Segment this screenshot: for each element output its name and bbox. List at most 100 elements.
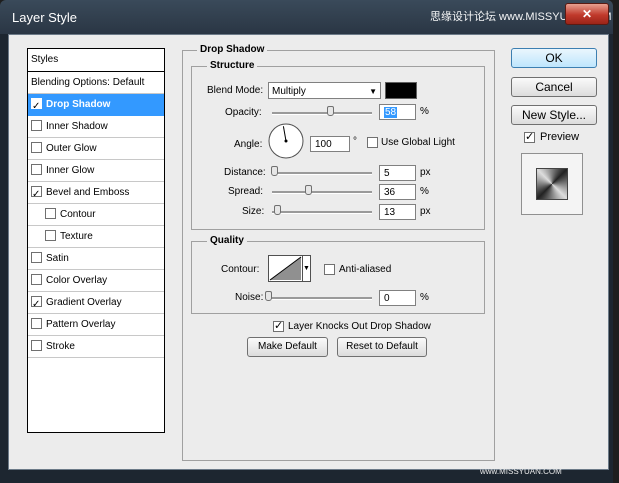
structure-title: Structure (207, 60, 258, 71)
anti-aliased-label: Anti-aliased (339, 264, 392, 275)
blend-mode-value: Multiply (272, 86, 306, 97)
bottom-watermark: www.MISSYUAN.COM (480, 467, 562, 476)
contour-curve-icon (269, 256, 302, 281)
dialog-client-area: Styles Blending Options: Default Drop Sh… (8, 34, 609, 470)
blend-mode-select[interactable]: Multiply ▼ (268, 82, 381, 99)
style-item-label: Stroke (46, 341, 75, 352)
contour-picker[interactable] (268, 255, 303, 282)
angle-input[interactable]: 100 (310, 136, 350, 152)
spread-slider-track[interactable] (272, 191, 372, 194)
angle-unit: ° (353, 136, 357, 147)
close-icon: ✕ (581, 7, 593, 21)
use-global-light-label: Use Global Light (381, 137, 455, 148)
style-item-label: Satin (46, 253, 69, 264)
size-slider-thumb[interactable] (274, 205, 281, 215)
close-button[interactable]: ✕ (565, 3, 609, 25)
style-item-checkbox[interactable] (45, 229, 56, 241)
style-item-gradient-overlay[interactable]: Gradient Overlay (28, 292, 164, 315)
size-slider-track[interactable] (272, 211, 372, 214)
style-item-checkbox[interactable] (45, 207, 56, 219)
style-item-color-overlay[interactable]: Color Overlay (28, 270, 164, 292)
style-item-bevel-and-emboss[interactable]: Bevel and Emboss (28, 182, 164, 205)
style-item-checkbox[interactable] (31, 294, 42, 315)
distance-slider-track[interactable] (272, 172, 372, 175)
title-bar[interactable]: Layer Style 思缘设计论坛 www.MISSYUAN.COM ✕ (0, 0, 613, 34)
ok-button[interactable]: OK (511, 48, 597, 68)
style-item-label: Bevel and Emboss (46, 187, 130, 198)
style-item-label: Drop Shadow (46, 99, 111, 110)
style-item-outer-glow[interactable]: Outer Glow (28, 138, 164, 160)
style-item-inner-glow[interactable]: Inner Glow (28, 160, 164, 182)
style-item-inner-shadow[interactable]: Inner Shadow (28, 116, 164, 138)
noise-unit: % (420, 292, 429, 303)
style-item-contour[interactable]: Contour (28, 204, 164, 226)
quality-group (191, 241, 485, 314)
preview-swatch (536, 168, 568, 200)
drop-shadow-title: Drop Shadow (197, 44, 268, 55)
style-item-label: Outer Glow (46, 143, 97, 154)
style-item-label: Gradient Overlay (46, 297, 122, 308)
preview-label: Preview (540, 131, 580, 143)
size-unit: px (420, 206, 431, 217)
window-title: Layer Style (12, 10, 78, 25)
blending-options-item[interactable]: Blending Options: Default (28, 72, 164, 94)
opacity-slider-thumb[interactable] (327, 106, 334, 116)
style-item-label: Color Overlay (46, 275, 108, 286)
layer-style-window: Layer Style 思缘设计论坛 www.MISSYUAN.COM ✕ St… (0, 0, 613, 483)
style-item-drop-shadow[interactable]: Drop Shadow (28, 94, 164, 117)
style-item-checkbox[interactable] (31, 273, 42, 285)
spread-unit: % (420, 186, 429, 197)
distance-slider-thumb[interactable] (271, 166, 278, 176)
dropdown-arrow-icon: ▼ (369, 87, 377, 96)
style-item-stroke[interactable]: Stroke (28, 336, 164, 358)
spread-label: Spread: (228, 186, 264, 197)
cancel-button[interactable]: Cancel (511, 77, 597, 97)
distance-input[interactable]: 5 (379, 165, 416, 181)
style-item-checkbox[interactable] (31, 251, 42, 263)
style-item-checkbox[interactable] (31, 119, 42, 131)
blend-mode-label: Blend Mode: (207, 85, 264, 96)
new-style-button[interactable]: New Style... (511, 105, 597, 125)
opacity-value: 58 (384, 107, 398, 118)
style-item-checkbox[interactable] (31, 141, 42, 153)
style-item-checkbox[interactable] (31, 339, 42, 351)
shadow-color-swatch[interactable] (385, 82, 417, 99)
noise-label: Noise: (235, 292, 264, 303)
style-item-texture[interactable]: Texture (28, 226, 164, 248)
use-global-light-checkbox[interactable] (367, 137, 378, 148)
opacity-slider-track[interactable] (272, 112, 372, 115)
style-item-label: Inner Glow (46, 165, 95, 176)
style-item-checkbox[interactable] (31, 184, 42, 205)
style-item-label: Contour (60, 209, 96, 220)
spread-input[interactable]: 36 (379, 184, 416, 200)
make-default-button[interactable]: Make Default (247, 337, 328, 357)
opacity-label: Opacity: (225, 107, 262, 118)
anti-aliased-checkbox[interactable] (324, 264, 335, 275)
spread-slider-thumb[interactable] (305, 185, 312, 195)
size-input[interactable]: 13 (379, 204, 416, 220)
angle-label: Angle: (234, 139, 263, 150)
style-item-checkbox[interactable] (31, 96, 42, 117)
opacity-input[interactable]: 58 (379, 104, 416, 120)
distance-label: Distance: (224, 167, 266, 178)
noise-slider-track[interactable] (268, 297, 372, 300)
noise-input[interactable]: 0 (379, 290, 416, 306)
quality-title: Quality (207, 235, 247, 246)
style-item-checkbox[interactable] (31, 317, 42, 329)
size-label: Size: (242, 206, 265, 217)
style-item-satin[interactable]: Satin (28, 248, 164, 270)
noise-slider-thumb[interactable] (265, 291, 272, 301)
style-item-label: Inner Shadow (46, 121, 108, 132)
contour-label: Contour: (221, 264, 260, 275)
style-item-label: Pattern Overlay (46, 319, 116, 330)
style-item-pattern-overlay[interactable]: Pattern Overlay (28, 314, 164, 336)
styles-header[interactable]: Styles (28, 49, 164, 72)
preview-thumbnail (521, 153, 583, 215)
contour-dropdown-arrow-icon[interactable]: ▼ (303, 255, 311, 282)
reset-to-default-button[interactable]: Reset to Default (337, 337, 427, 357)
preview-checkbox[interactable] (524, 130, 535, 143)
angle-dial[interactable] (267, 122, 305, 160)
layer-knocks-out-checkbox[interactable] (273, 319, 284, 332)
style-item-checkbox[interactable] (31, 163, 42, 175)
distance-unit: px (420, 167, 431, 178)
